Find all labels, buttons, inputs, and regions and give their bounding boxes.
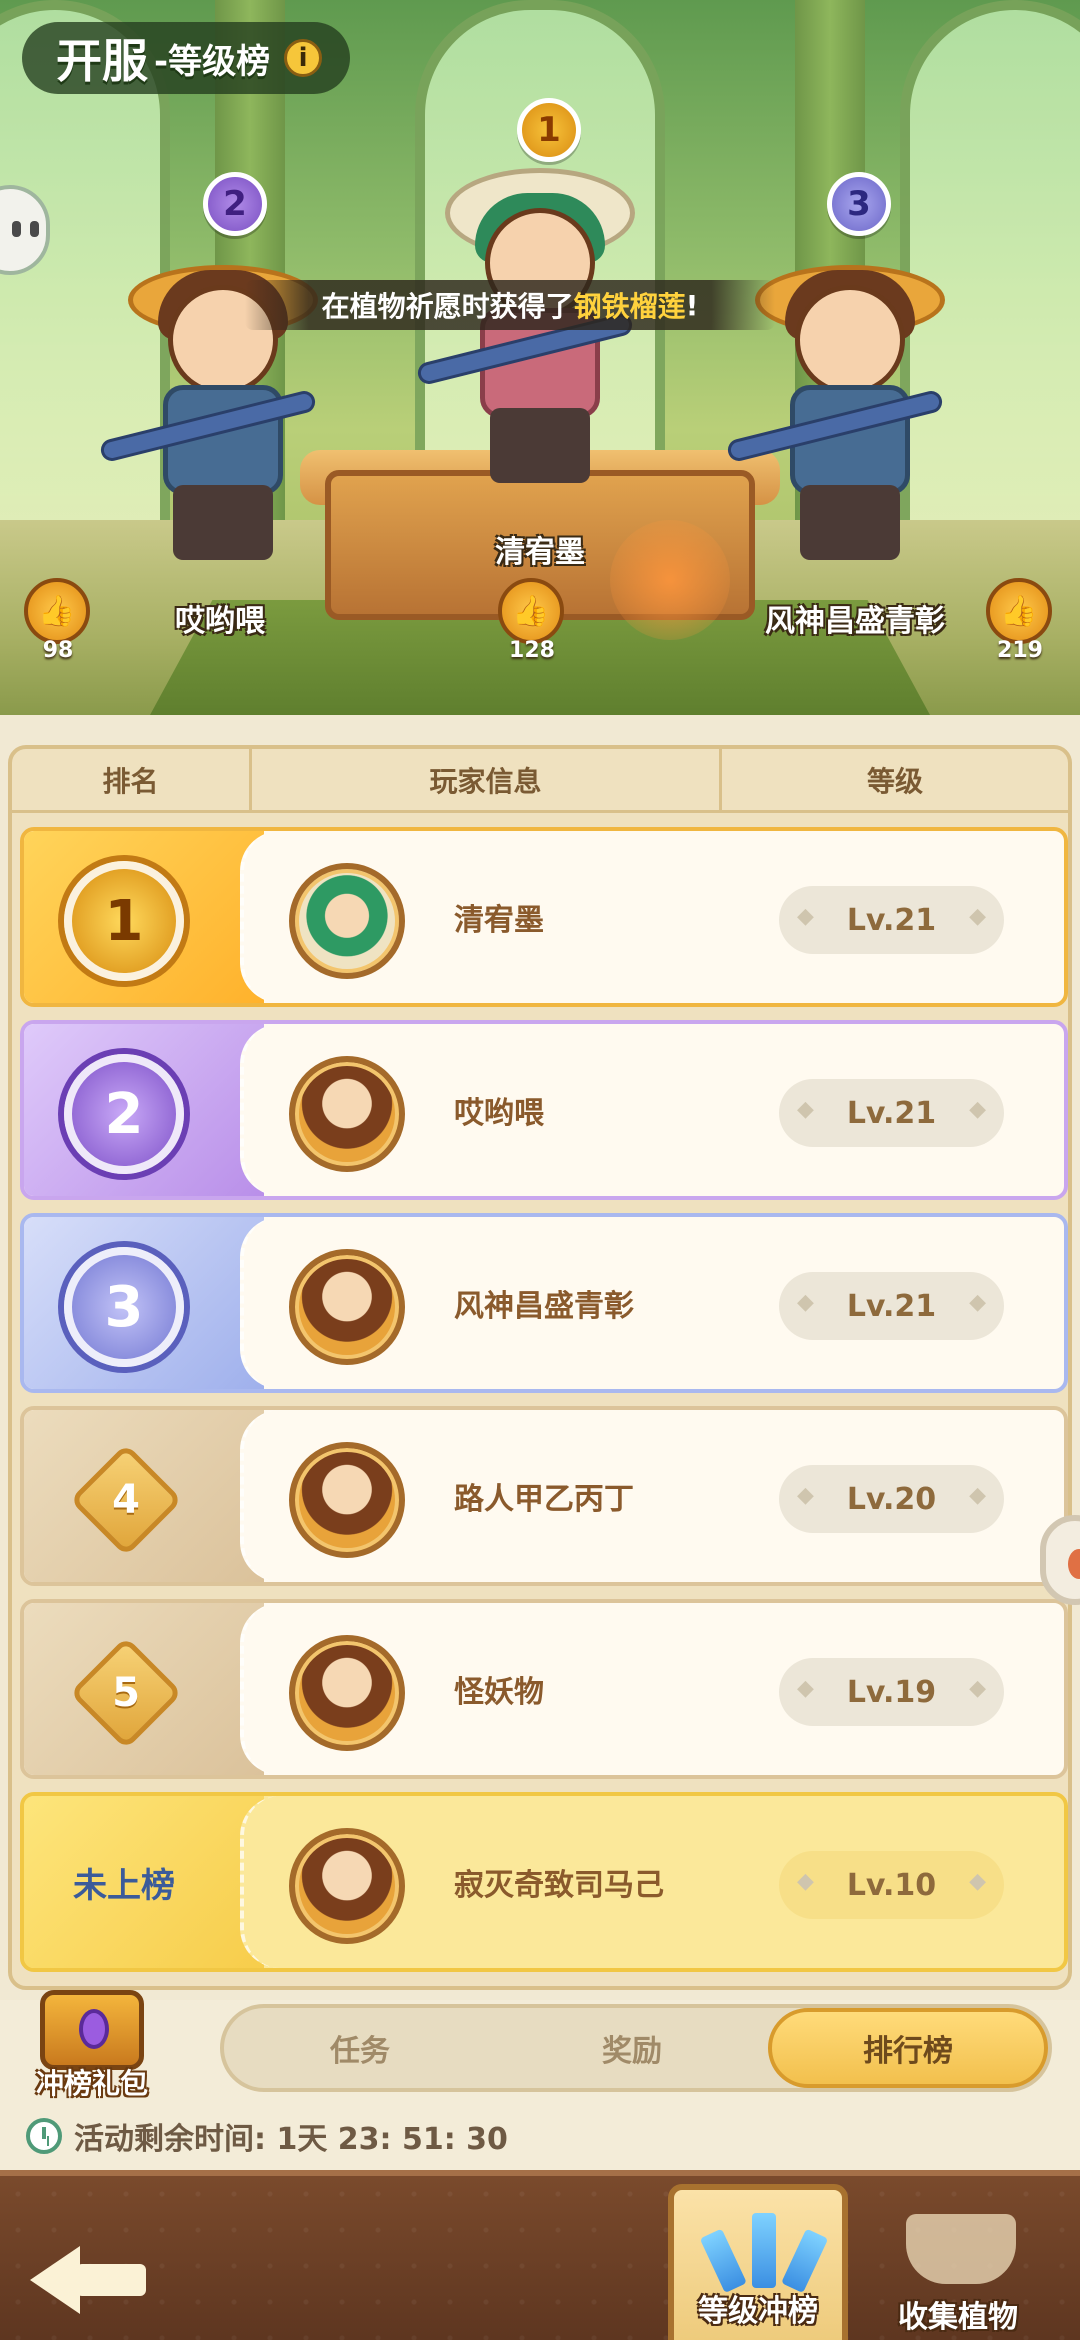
back-arrow-icon — [30, 2246, 80, 2314]
table-row[interactable]: 4 路人甲乙丙丁 Lv.20 — [20, 1406, 1068, 1586]
title-sub: -等级榜 — [154, 41, 271, 82]
ranking-panel: 排名 玩家信息 等级 1 清宥墨 Lv.21 2 哎哟喂 Lv.21 3 风神昌… — [0, 715, 1080, 2000]
event-tabbar: 任务 奖励 排行榜 — [220, 2004, 1052, 2092]
nav-tab-collect-plants[interactable]: 收集植物 — [868, 2184, 1048, 2340]
plant-basket-icon — [906, 2214, 1016, 2284]
timer-text: 活动剩余时间: 1天 23: 51: 30 — [74, 2122, 508, 2157]
header-rank: 排名 — [12, 749, 252, 810]
back-arrow-shaft — [76, 2264, 146, 2296]
avatar[interactable] — [289, 1056, 405, 1172]
gift-label: 冲榜礼包 — [35, 2067, 148, 2100]
table-header: 排名 玩家信息 等级 — [12, 749, 1068, 813]
header-level: 等级 — [866, 764, 923, 798]
avatar[interactable] — [289, 1249, 405, 1365]
like-button-rank-2[interactable]: 👍 — [24, 578, 90, 644]
avatar[interactable] — [289, 1635, 405, 1751]
bottom-nav: 等级冲榜 收集植物 — [0, 2170, 1080, 2340]
player-name: 寂灭奇致司马己 — [454, 1868, 664, 1903]
tab-leaderboard[interactable]: 排行榜 — [768, 2008, 1048, 2088]
event-timer: 活动剩余时间: 1天 23: 51: 30 — [26, 2114, 508, 2158]
level-badge: Lv.20 — [779, 1465, 1004, 1533]
character-rank-1[interactable] — [415, 168, 655, 498]
level-badge: Lv.19 — [779, 1658, 1004, 1726]
toast-suffix: ! — [685, 288, 699, 322]
like-count-rank-1: 128 — [509, 638, 555, 663]
rank-3-medal-number: 3 — [847, 184, 871, 224]
toast-item-name: 钢铁榴莲 — [573, 290, 686, 323]
table-row[interactable]: 1 清宥墨 Lv.21 — [20, 827, 1068, 1007]
podium-name-rank-1: 清宥墨 — [495, 535, 585, 570]
like-button-rank-3[interactable]: 👍 — [986, 578, 1052, 644]
rank-1-medal-icon: 1 — [517, 98, 581, 162]
info-icon[interactable]: i — [284, 39, 323, 77]
thumbs-up-icon: 👍 — [38, 593, 76, 629]
player-name: 清宥墨 — [454, 903, 544, 938]
player-name: 怪妖物 — [454, 1675, 544, 1710]
rank-1-medal-number: 1 — [537, 110, 561, 150]
like-count-rank-3: 219 — [997, 638, 1043, 663]
thumbs-up-icon: 👍 — [1000, 593, 1038, 629]
player-name: 哎哟喂 — [454, 1096, 544, 1131]
rank-3-badge-icon: 3 — [64, 1247, 184, 1367]
rank-number: 4 — [112, 1477, 140, 1523]
toast-text: 在植物祈愿时获得了 — [321, 290, 574, 323]
nav-tab-level-rush[interactable]: 等级冲榜 — [668, 2184, 848, 2340]
level-badge: Lv.21 — [779, 1272, 1004, 1340]
like-count-rank-2: 98 — [42, 638, 74, 663]
table-row[interactable]: 3 风神昌盛青彰 Lv.21 — [20, 1213, 1068, 1393]
crown-icon — [699, 2208, 829, 2294]
clock-icon — [26, 2118, 62, 2154]
rank-number: 5 — [112, 1670, 140, 1716]
tap-glow — [610, 520, 730, 640]
nav-label: 等级冲榜 — [698, 2294, 818, 2329]
thumbs-up-icon: 👍 — [512, 593, 550, 629]
avatar[interactable] — [289, 1442, 405, 1558]
table-row[interactable]: 2 哎哟喂 Lv.21 — [20, 1020, 1068, 1200]
tab-tasks[interactable]: 任务 — [224, 2008, 496, 2088]
back-button[interactable] — [30, 2226, 150, 2316]
rank-2-medal-icon: 2 — [203, 172, 267, 236]
level-badge: Lv.10 — [779, 1851, 1004, 1919]
like-button-rank-1[interactable]: 👍 — [498, 578, 564, 644]
ranking-table: 排名 玩家信息 等级 1 清宥墨 Lv.21 2 哎哟喂 Lv.21 3 风神昌… — [8, 745, 1072, 1990]
level-badge: Lv.21 — [779, 1079, 1004, 1147]
player-name: 路人甲乙丙丁 — [454, 1482, 634, 1517]
treasure-chest-icon — [40, 1990, 144, 2070]
rank-1-badge-icon: 1 — [64, 861, 184, 981]
table-row[interactable]: 5 怪妖物 Lv.19 — [20, 1599, 1068, 1779]
title-main: 开服 — [56, 35, 148, 87]
tab-rewards[interactable]: 奖励 — [496, 2008, 768, 2088]
rank-3-medal-icon: 3 — [827, 172, 891, 236]
avatar[interactable] — [289, 1828, 405, 1944]
player-name: 风神昌盛青彰 — [454, 1289, 634, 1324]
page-title: 开服 -等级榜 i — [22, 22, 351, 94]
nav-label: 收集植物 — [898, 2300, 1018, 2335]
unranked-label: 未上榜 — [73, 1865, 175, 1906]
rank-gift-button[interactable]: 冲榜礼包 — [22, 1990, 162, 2110]
podium-name-rank-2: 哎哟喂 — [175, 604, 265, 639]
podium-hero: 开服 -等级榜 i 2 1 3 在植物祈愿时获得了 钢铁榴莲! 哎哟喂 清宥墨 风… — [0, 0, 1080, 715]
self-rank-row[interactable]: 未上榜 寂灭奇致司马己 Lv.10 — [20, 1792, 1068, 1972]
rank-2-badge-icon: 2 — [64, 1054, 184, 1174]
level-badge: Lv.21 — [779, 886, 1004, 954]
podium-name-rank-3: 风神昌盛青彰 — [765, 604, 945, 639]
avatar[interactable] — [289, 863, 405, 979]
header-player-info: 玩家信息 — [252, 749, 722, 810]
broadcast-toast: 在植物祈愿时获得了 钢铁榴莲! — [245, 280, 775, 330]
rank-2-medal-number: 2 — [223, 184, 247, 224]
